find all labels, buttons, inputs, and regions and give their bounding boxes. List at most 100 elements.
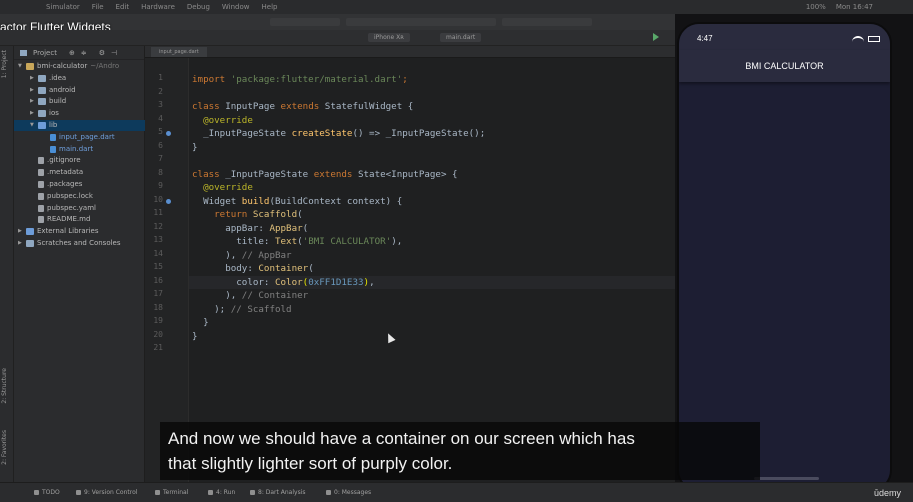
tree-item[interactable]: .metadata [14, 167, 145, 178]
tree-item[interactable]: ▶ External Libraries [14, 226, 145, 237]
code-token: ( [302, 222, 309, 234]
chevron-right-icon[interactable]: ▶ [30, 96, 38, 107]
code-token: color: [192, 276, 275, 288]
tree-item[interactable]: ▶ .idea [14, 73, 145, 84]
code-token: _InputPageState [225, 168, 314, 180]
tree-item[interactable]: ▼ lib [14, 120, 145, 131]
device-selector[interactable]: iPhone Xʀ [368, 33, 410, 42]
todo-tab[interactable]: TODO [34, 489, 60, 496]
app-bar-title: BMI CALCULATOR [745, 61, 824, 71]
code-token: @override [192, 182, 253, 193]
window-tab[interactable] [346, 18, 496, 26]
favorites-tool-tab[interactable]: 2: Favorites [1, 430, 8, 465]
tree-item[interactable]: ▼ bmi-calculator ~/Andro [14, 61, 145, 72]
code-token: (BuildContext context) { [269, 195, 403, 207]
code-line[interactable]: appBar: AppBar( [192, 222, 308, 235]
chevron-right-icon[interactable]: ▶ [30, 73, 38, 84]
gear-icon[interactable]: ⚙ [99, 49, 105, 57]
folder-icon [38, 122, 46, 129]
window-tab[interactable] [502, 18, 592, 26]
tree-item[interactable]: .packages [14, 179, 145, 190]
code-token: ; [402, 74, 408, 85]
menu-edit[interactable]: Edit [116, 3, 130, 11]
override-marker-icon[interactable] [166, 131, 171, 136]
terminal-tab[interactable]: Terminal [155, 489, 188, 496]
project-tool-tab[interactable]: 1: Project [1, 50, 8, 78]
line-number: 3 [158, 100, 163, 109]
chevron-down-icon[interactable]: ▼ [30, 120, 38, 131]
tree-item-label: .gitignore [47, 156, 81, 165]
menu-help[interactable]: Help [262, 3, 278, 11]
menu-debug[interactable]: Debug [187, 3, 210, 11]
tree-item[interactable]: README.md [14, 214, 145, 225]
project-panel-title[interactable]: Project [33, 49, 57, 57]
hide-icon[interactable]: ⊣ [111, 49, 117, 57]
override-marker-icon[interactable] [166, 198, 171, 204]
code-line[interactable]: Widget build(BuildContext context) { [192, 195, 402, 208]
line-number: 8 [158, 167, 163, 177]
editor-tab-input-page[interactable]: input_page.dart [151, 47, 207, 57]
tree-item[interactable]: pubspec.lock [14, 191, 145, 202]
code-line[interactable]: @override [192, 181, 253, 194]
home-indicator[interactable] [754, 477, 819, 480]
collapse-icon[interactable]: ≑ [81, 49, 87, 57]
code-line[interactable]: ), // AppBar [192, 249, 291, 262]
code-line[interactable]: body: Container( [192, 262, 314, 275]
code-line[interactable]: title: Text('BMI CALCULATOR'), [192, 235, 402, 248]
run-icon[interactable] [653, 33, 659, 41]
run-tab[interactable]: 4: Run [208, 489, 235, 496]
chevron-right-icon[interactable]: ▶ [18, 238, 26, 249]
menu-simulator[interactable]: Simulator [46, 3, 80, 11]
code-line[interactable]: } [192, 330, 198, 343]
code-line[interactable]: } [192, 141, 198, 154]
tree-item[interactable]: ▶ android [14, 85, 145, 96]
chevron-right-icon[interactable]: ▶ [30, 108, 38, 119]
folder-icon [38, 110, 46, 118]
tree-item-label: build [49, 97, 67, 106]
tree-item[interactable]: pubspec.yaml [14, 203, 145, 214]
window-tab[interactable] [270, 18, 340, 26]
code-line[interactable]: ), // Container [192, 289, 308, 302]
code-line[interactable]: return Scaffold( [192, 208, 303, 221]
menu-hardware[interactable]: Hardware [141, 3, 175, 11]
menu-file[interactable]: File [92, 3, 104, 11]
code-line[interactable]: } [192, 316, 209, 329]
chevron-down-icon[interactable]: ▼ [18, 61, 26, 72]
code-line[interactable]: class _InputPageState extends State<Inpu… [192, 168, 458, 181]
tree-item-label: External Libraries [37, 227, 99, 236]
code-line[interactable]: class InputPage extends StatefulWidget { [192, 100, 413, 113]
code-line[interactable]: ); // Scaffold [192, 303, 291, 316]
tree-item[interactable]: main.dart [14, 144, 145, 155]
chevron-right-icon[interactable]: ▶ [30, 85, 38, 96]
phone-time: 4:47 [697, 34, 713, 43]
folder-icon [26, 240, 34, 247]
target-icon[interactable]: ⊕ [69, 49, 75, 57]
code-editor[interactable]: input_page.dart 1 2 3 4 5 6 7 8 9 10 11 12 13 14 15 16 1… [145, 46, 675, 482]
chevron-right-icon[interactable]: ▶ [18, 226, 26, 237]
code-line[interactable]: @override [192, 114, 253, 127]
run-config-selector[interactable]: main.dart [440, 33, 482, 42]
folder-icon [26, 63, 34, 70]
tree-item[interactable]: input_page.dart [14, 132, 145, 143]
tree-item[interactable]: .gitignore [14, 155, 145, 166]
code-line[interactable]: color: Color(0xFF1D1E33), [192, 276, 374, 289]
code-token: (); [468, 128, 486, 139]
code-token: ( [308, 263, 314, 274]
messages-tab[interactable]: 0: Messages [326, 489, 371, 496]
code-line[interactable]: _InputPageState createState() => _InputP… [192, 127, 485, 140]
dart-analysis-tab[interactable]: 8: Dart Analysis [250, 489, 306, 496]
app-bar: BMI CALCULATOR [679, 50, 890, 82]
structure-tool-tab[interactable]: 2: Structure [1, 368, 8, 404]
menu-window[interactable]: Window [222, 3, 250, 11]
version-control-tab[interactable]: 9: Version Control [76, 489, 137, 496]
tree-item[interactable]: ▶ ios [14, 108, 145, 119]
tree-item-label: pubspec.yaml [47, 203, 96, 212]
code-line[interactable]: import 'package:flutter/material.dart'; [192, 73, 408, 86]
folder-icon [26, 228, 34, 236]
tree-item[interactable]: ▶ Scratches and Consoles [14, 238, 145, 249]
code-token: Color [274, 276, 303, 288]
udemy-logo: ūdemy [873, 488, 901, 498]
tree-item[interactable]: ▶ build [14, 96, 145, 107]
code-token: Text [274, 236, 298, 247]
line-number: 14 [153, 248, 163, 258]
